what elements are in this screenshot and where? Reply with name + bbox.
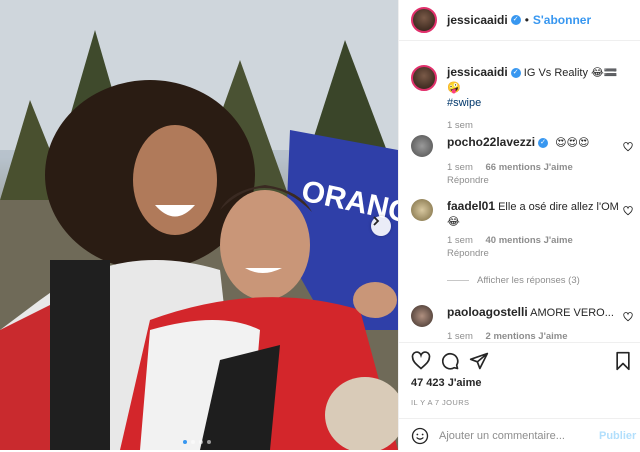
comment-time[interactable]: 1 sem <box>447 331 473 342</box>
comment-likes[interactable]: 40 mentions J'aime <box>486 235 573 246</box>
author-avatar[interactable] <box>411 7 437 33</box>
post-date[interactable]: IL Y A 7 JOURS <box>411 398 469 407</box>
post-header: jessicaaidi ✓ • S'abonner <box>399 0 640 41</box>
commenter-avatar[interactable] <box>411 135 433 157</box>
reply-button[interactable]: Répondre <box>447 248 489 259</box>
verified-badge-icon: ✓ <box>510 15 521 25</box>
comment-time[interactable]: 1 sem <box>447 235 473 246</box>
caption-author-avatar[interactable] <box>411 65 437 91</box>
heart-icon <box>411 351 431 370</box>
follow-button[interactable]: S'abonner <box>533 13 591 27</box>
bookmark-icon <box>616 351 630 371</box>
comment-button[interactable] <box>440 351 462 373</box>
replies-divider <box>447 280 469 281</box>
carousel-indicator <box>183 440 211 444</box>
heart-icon <box>623 206 633 216</box>
action-icons <box>411 351 633 373</box>
post-side-panel: jessicaaidi ✓ • S'abonner jessicaaidi ✓ I… <box>398 0 640 450</box>
next-image-button[interactable] <box>371 216 391 236</box>
comment-username[interactable]: paoloagostelli <box>447 305 528 319</box>
view-replies-button[interactable]: Afficher les réponses (3) <box>447 275 580 286</box>
like-comment-button[interactable] <box>623 309 633 327</box>
reply-button[interactable]: Répondre <box>447 175 489 186</box>
comment-username[interactable]: faadel01 <box>447 199 495 213</box>
add-comment-bar: Publier <box>399 418 640 452</box>
save-button[interactable] <box>613 351 635 373</box>
carousel-dot <box>207 440 211 444</box>
view-replies-label: Afficher les réponses (3) <box>477 275 580 286</box>
comment-input[interactable] <box>437 428 591 443</box>
caption-hashtag[interactable]: #swipe <box>447 97 481 109</box>
emoji-icon[interactable] <box>411 427 429 445</box>
comment-time[interactable]: 1 sem <box>447 162 473 173</box>
carousel-dot-active <box>183 440 187 444</box>
comment-likes[interactable]: 2 mentions J'aime <box>486 331 568 342</box>
commenter-avatar[interactable] <box>411 199 433 221</box>
comment-icon <box>441 352 459 370</box>
heart-icon <box>623 142 633 152</box>
carousel-dot <box>191 440 195 444</box>
comment-likes[interactable]: 66 mentions J'aime <box>486 162 573 173</box>
header-separator: • <box>524 13 529 27</box>
paper-plane-icon <box>469 352 489 370</box>
like-comment-button[interactable] <box>623 203 633 221</box>
comment-username[interactable]: pocho22lavezzi <box>447 135 535 149</box>
chevron-right-icon <box>373 216 380 226</box>
post-photo[interactable]: ORANGIN <box>0 0 398 450</box>
verified-badge-icon: ✓ <box>510 68 521 79</box>
publish-button[interactable]: Publier <box>599 430 636 442</box>
post-actions: 47 423 J'aime IL Y A 7 JOURS Publier <box>399 342 640 451</box>
caption-time[interactable]: 1 sem <box>447 120 473 131</box>
author-username[interactable]: jessicaaidi <box>447 13 508 27</box>
likes-count[interactable]: 47 423 J'aime <box>411 377 482 389</box>
heart-icon <box>623 312 633 322</box>
caption-username[interactable]: jessicaaidi <box>447 65 508 79</box>
share-button[interactable] <box>469 351 491 373</box>
carousel-dot <box>199 440 203 444</box>
photo-illustration: ORANGIN <box>0 0 398 450</box>
commenter-avatar[interactable] <box>411 305 433 327</box>
like-button[interactable] <box>411 351 433 373</box>
like-comment-button[interactable] <box>623 139 633 157</box>
verified-badge-icon: ✓ <box>538 138 549 149</box>
comment-text: AMORE VERO... <box>530 307 614 319</box>
comment-text: 😍😍😍 <box>555 137 590 149</box>
comments-list[interactable]: jessicaaidi ✓ IG Vs Reality 😂🟰🤪 #swipe 1 … <box>399 41 640 342</box>
